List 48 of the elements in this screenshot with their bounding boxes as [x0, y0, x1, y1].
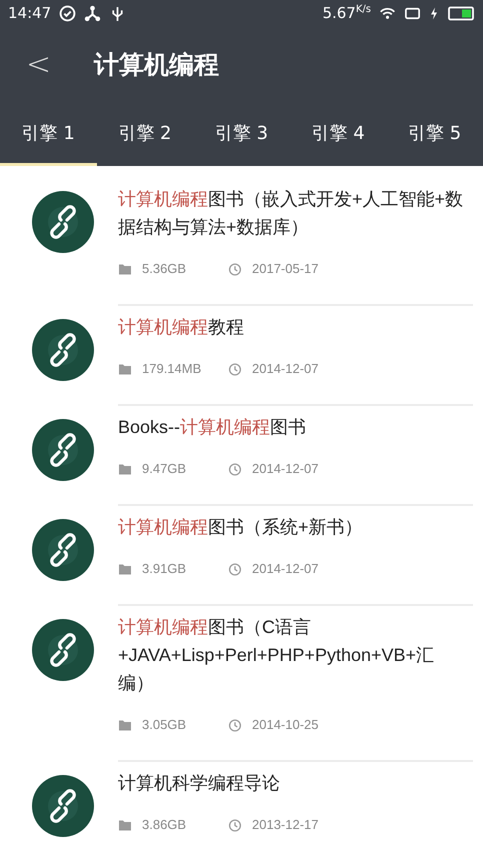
folder-icon [118, 562, 132, 576]
engine-tab[interactable]: 引擎 2 [96, 102, 194, 166]
network-speed: 5.67$^{K/s}$ [322, 4, 371, 22]
file-size: 3.86GB [142, 816, 188, 834]
check-circle-icon [59, 4, 76, 22]
file-size: 179.14MB [142, 360, 202, 378]
file-size: 3.91GB [142, 560, 188, 578]
engine-tab[interactable]: 引擎 4 [290, 102, 386, 166]
folder-icon [118, 462, 132, 476]
engine-tab[interactable]: 引擎 3 [193, 102, 290, 166]
status-time: 14:47 [8, 4, 52, 22]
file-date: 2014-10-25 [252, 716, 318, 734]
back-button[interactable]: < [0, 46, 70, 82]
file-size: 9.47GB [142, 460, 188, 478]
clock-icon [228, 818, 242, 832]
clock-icon [228, 262, 242, 276]
link-icon [32, 619, 94, 681]
nodes-icon [84, 4, 102, 22]
folder-icon [118, 262, 132, 276]
link-icon [32, 419, 94, 481]
result-title[interactable]: 计算机编程图书（嵌入式开发+人工智能+数据结构与算法+数据库） [118, 185, 469, 241]
clock-icon [228, 462, 242, 476]
result-title[interactable]: 计算机编程图书（C语言+JAVA+Lisp+Perl+PHP+Python+VB+汇编） [118, 613, 469, 697]
battery-icon [447, 4, 475, 22]
clock-icon [228, 718, 242, 732]
link-icon [32, 519, 94, 581]
engine-tab[interactable]: 引擎 5 [386, 102, 483, 166]
folder-icon [118, 818, 132, 832]
file-date: 2017-05-17 [252, 260, 318, 278]
page-title: 计算机编程 [94, 48, 219, 80]
file-size: 5.36GB [142, 260, 188, 278]
file-date: 2014-12-07 [252, 360, 318, 378]
file-size: 3.05GB [142, 716, 188, 734]
file-date: 2013-12-17 [252, 816, 318, 834]
folder-icon [118, 362, 132, 376]
result-title[interactable]: 计算机编程图书（系统+新书） [118, 513, 469, 541]
result-title[interactable]: Books--计算机编程图书 [118, 413, 469, 441]
link-icon [32, 775, 94, 837]
clock-icon [228, 362, 242, 376]
engine-tab[interactable]: 引擎 1 [0, 102, 97, 166]
file-date: 2014-12-07 [252, 560, 318, 578]
link-icon [32, 191, 94, 253]
link-icon [32, 319, 94, 381]
clock-icon [228, 562, 242, 576]
folder-icon [118, 718, 132, 732]
result-title[interactable]: 计算机编程教程 [118, 313, 469, 341]
result-title[interactable]: 计算机科学编程导论 [118, 769, 469, 797]
file-date: 2014-12-07 [252, 460, 318, 478]
